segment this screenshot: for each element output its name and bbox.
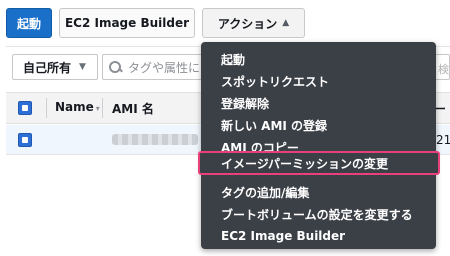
redacted-ami-name xyxy=(112,134,198,145)
select-all-checkbox[interactable] xyxy=(18,101,32,115)
chevron-down-icon: ▼ xyxy=(79,62,86,72)
column-divider xyxy=(102,98,103,118)
menu-item-modify-image-permissions[interactable]: イメージパーミッションの変更 xyxy=(198,151,440,175)
menu-item-register-new-ami[interactable]: 新しい AMI の登録 xyxy=(201,114,436,136)
chevron-up-icon: ▲ xyxy=(282,18,290,28)
ec2-image-builder-button[interactable]: EC2 Image Builder xyxy=(59,8,195,38)
column-header-name[interactable]: Name ▾ xyxy=(55,100,100,114)
menu-item-spot-request[interactable]: スポットリクエスト xyxy=(201,70,436,92)
column-header-name-label: Name xyxy=(55,100,94,114)
launch-button[interactable]: 起動 xyxy=(6,8,52,38)
column-divider xyxy=(46,98,47,118)
actions-dropdown-menu: 起動 スポットリクエスト 登録解除 新しい AMI の登録 AMI のコピー タ… xyxy=(201,42,436,249)
table-cell-truncated: 21 xyxy=(436,133,450,147)
search-placeholder: タグや属性に xyxy=(128,60,201,75)
column-header-ami-name[interactable]: AMI 名 xyxy=(112,100,154,117)
owner-filter-select[interactable]: 自己所有 ▼ xyxy=(12,54,98,80)
sort-icon: ▾ xyxy=(95,104,100,113)
ami-console: 起動 EC2 Image Builder アクション ▲ 自己所有 ▼ タグや属… xyxy=(0,0,450,256)
menu-item-ec2-image-builder[interactable]: EC2 Image Builder xyxy=(201,225,436,247)
menu-item-add-edit-tags[interactable]: タグの追加/編集 xyxy=(201,181,436,203)
row-checkbox[interactable] xyxy=(18,133,32,147)
search-icon xyxy=(109,60,122,74)
actions-button-label: アクション xyxy=(217,16,278,31)
menu-item-deregister[interactable]: 登録解除 xyxy=(201,92,436,114)
owner-filter-label: 自己所有 xyxy=(23,60,72,75)
menu-item-launch[interactable]: 起動 xyxy=(201,48,436,70)
actions-button[interactable]: アクション ▲ xyxy=(202,8,305,38)
menu-item-change-boot-volume-settings[interactable]: ブートボリュームの設定を変更する xyxy=(201,203,436,225)
